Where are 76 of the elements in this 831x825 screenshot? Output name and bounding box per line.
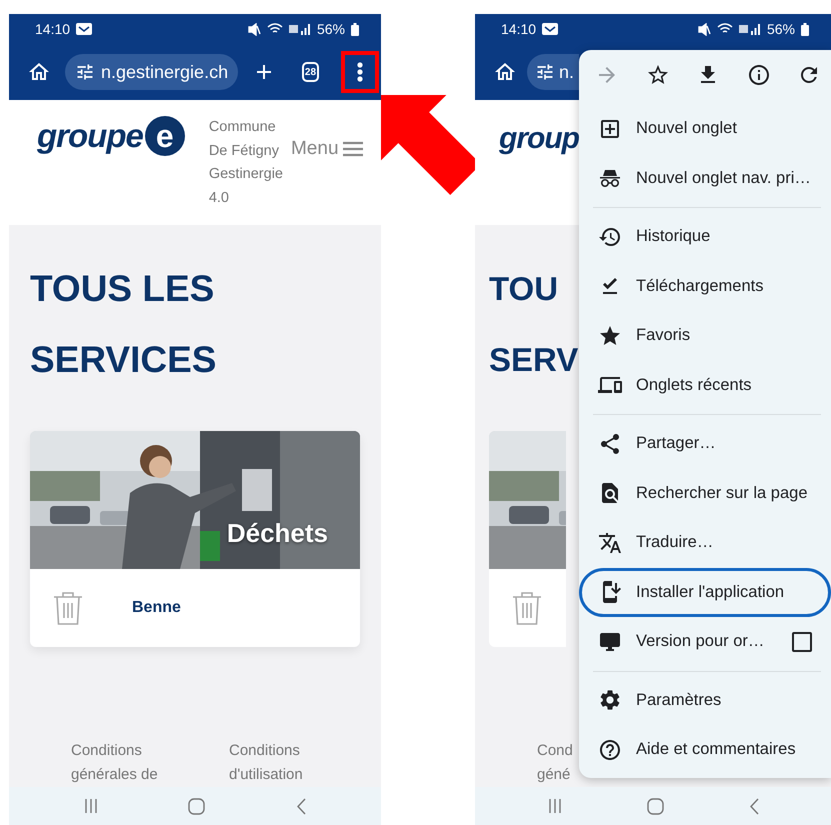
menu-item[interactable]: Téléchargements	[579, 262, 831, 311]
share-icon	[598, 432, 622, 456]
site-settings-icon	[535, 62, 555, 82]
footer-link[interactable]: Conditions d'utilisation	[229, 739, 329, 787]
recent-apps-icon[interactable]	[84, 798, 98, 814]
site-settings-icon	[75, 62, 95, 82]
menu-item[interactable]: Historique	[579, 212, 831, 262]
logo: groupe e	[37, 116, 185, 156]
footer-link[interactable]: Cond	[537, 739, 579, 763]
trash-icon	[511, 590, 543, 626]
menu-item[interactable]: Aide et commentaires	[579, 725, 831, 774]
battery-level: 56%	[766, 21, 795, 37]
menu-item[interactable]: Onglets récents	[579, 360, 831, 410]
menu-item-label: Téléchargements	[636, 276, 764, 296]
info-icon	[746, 63, 770, 87]
menu-item-label: Nouvel onglet nav. pri…	[636, 168, 812, 188]
page-heading: TOU SERV	[489, 269, 578, 380]
card-title: Déchets	[226, 518, 328, 549]
menu-item[interactable]: Nouvel onglet nav. pri…	[579, 154, 831, 203]
wifi-icon	[266, 23, 283, 35]
menu-item-label: Historique	[636, 227, 712, 246]
back-icon[interactable]	[748, 798, 758, 814]
status-time: 14:10	[35, 21, 70, 37]
settings-icon	[598, 688, 622, 712]
menu-item[interactable]: Paramètres	[579, 676, 831, 725]
battery-icon	[801, 22, 809, 36]
menu-item-label: Onglets récents	[636, 376, 753, 395]
menu-item-label: Rechercher sur la page	[636, 484, 809, 503]
translate-icon	[598, 530, 622, 555]
footer-link[interactable]: Conditions générales de	[71, 739, 171, 787]
menu-item[interactable]: Rechercher sur la page	[579, 468, 831, 518]
wifi-icon	[716, 23, 733, 35]
menu-item[interactable]: Partager…	[579, 419, 831, 468]
home-icon[interactable]	[646, 798, 664, 814]
home-icon[interactable]	[188, 798, 206, 814]
signal-icon	[288, 23, 311, 35]
menu-item[interactable]: Favoris	[579, 311, 831, 360]
logo: group	[499, 122, 579, 156]
page-heading: TOUS LES SERVICES	[30, 267, 218, 382]
menu-item[interactable]: Installer l'application	[579, 568, 831, 617]
menu-item-label: Paramètres	[636, 690, 722, 710]
menu-item-label: Traduire…	[636, 533, 714, 552]
trash-icon	[52, 590, 84, 626]
service-card[interactable]: Déchets Benne	[30, 431, 360, 647]
mute-icon	[698, 22, 711, 36]
back-icon[interactable]	[296, 798, 306, 814]
menu-item[interactable]: Traduire…	[579, 518, 831, 568]
battery-icon	[351, 22, 359, 36]
menu-toggle[interactable]: Menu	[290, 138, 363, 160]
menu-item-label: Nouvel onglet	[636, 119, 738, 138]
recent-apps-icon[interactable]	[548, 798, 562, 814]
menu-item[interactable]: Version pour or…	[579, 617, 831, 666]
help-icon	[598, 738, 622, 762]
status-time: 14:10	[501, 21, 536, 37]
service-card[interactable]	[489, 431, 566, 647]
tab-count-button[interactable]: 28	[302, 62, 319, 82]
notification-icon	[76, 23, 92, 35]
address-bar[interactable]: n.	[527, 54, 579, 90]
menu-item-label: Aide et commentaires	[636, 740, 797, 760]
address-bar[interactable]: n.gestinergie.ch	[65, 54, 238, 90]
battery-level: 56%	[316, 21, 345, 37]
menu-item-label: Installer l'application	[636, 582, 786, 602]
mute-icon	[248, 22, 261, 36]
footer-link[interactable]: géné	[537, 763, 579, 787]
signal-icon	[738, 23, 761, 35]
more-dots-icon	[356, 62, 363, 82]
menu-item-label: Version pour or…	[636, 632, 766, 652]
menu-item-label: Partager…	[636, 434, 717, 454]
menu-button[interactable]	[340, 51, 379, 93]
commune-name: Commune De Fétigny Gestinergie 4.0	[208, 118, 283, 208]
menu-item-label: Favoris	[636, 326, 692, 346]
hamburger-icon	[342, 141, 363, 157]
notification-icon	[542, 23, 558, 35]
menu-item[interactable]: Nouvel onglet	[579, 104, 831, 154]
service-name: Benne	[132, 599, 181, 617]
checkbox[interactable]	[792, 632, 812, 652]
